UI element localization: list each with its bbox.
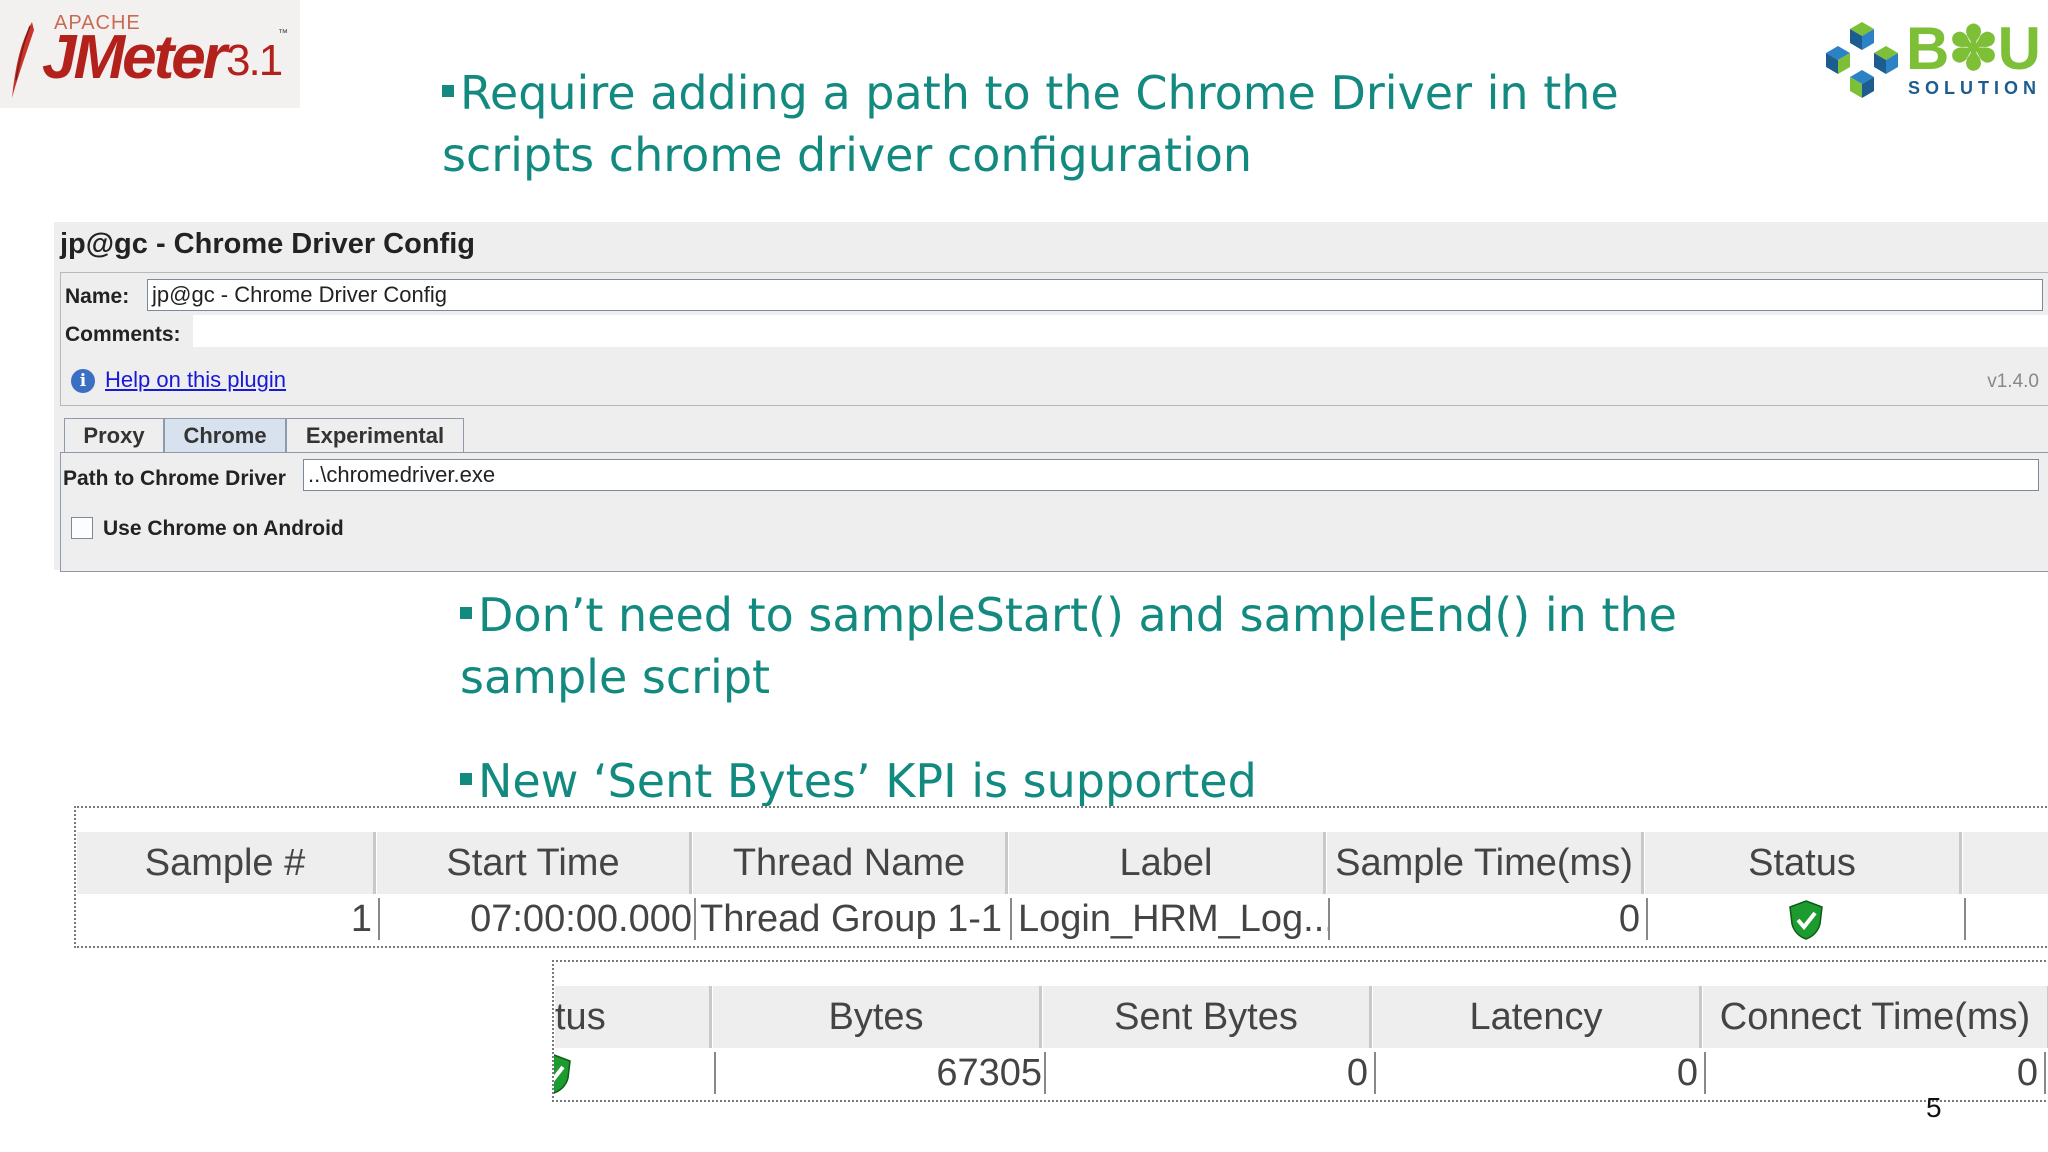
row-bytes[interactable]: 67305 — [716, 1052, 1046, 1094]
logo-jmeter-text: JMeter — [42, 23, 227, 92]
bullet-3-line-1: New ‘Sent Bytes’ KPI is supported — [460, 750, 1257, 812]
row-sample-time[interactable]: 0 — [1330, 898, 1648, 940]
help-plugin-link[interactable]: Help on this plugin — [105, 367, 286, 393]
bullet-marker-icon — [460, 606, 472, 619]
header-overflow[interactable] — [1962, 832, 2048, 894]
header-sample-num[interactable]: Sample # — [76, 832, 376, 894]
bullet-3: New ‘Sent Bytes’ KPI is supported — [460, 750, 1257, 812]
logo-solution-text: SOLUTION — [1908, 78, 2041, 98]
logo-tm-text: ™ — [278, 28, 288, 39]
row-status[interactable] — [1648, 898, 1966, 940]
chrome-tab-panel: Path to Chrome Driver ..\chromedriver.ex… — [60, 452, 2048, 572]
row-thread-name[interactable]: Thread Group 1-1 — [696, 898, 1012, 940]
row-sample-num[interactable]: 1 — [76, 898, 380, 940]
use-android-checkbox[interactable] — [71, 517, 93, 539]
page-number: 5 — [1926, 1092, 1942, 1123]
row-label[interactable]: Login_HRM_Log... — [1012, 898, 1330, 940]
comments-field[interactable] — [193, 315, 2048, 347]
header-start-time[interactable]: Start Time — [376, 832, 692, 894]
header-sample-time[interactable]: Sample Time(ms) — [1326, 832, 1644, 894]
results-table-secondary: tus Bytes Sent Bytes Latency Connect Tim… — [552, 960, 2048, 1102]
tab-chrome[interactable]: Chrome — [164, 418, 286, 452]
path-label: Path to Chrome Driver — [63, 467, 286, 490]
path-field[interactable]: ..\chromedriver.exe — [303, 459, 2039, 491]
use-android-label: Use Chrome on Android — [103, 517, 344, 540]
bu-solution-logo: B✽U SOLUTION — [1820, 12, 2041, 102]
header-status-partial[interactable]: tus — [554, 986, 712, 1048]
comments-label: Comments: — [65, 323, 181, 346]
cube-cluster-icon — [1826, 22, 1898, 98]
header-latency[interactable]: Latency — [1372, 986, 1702, 1048]
row-connect-time[interactable]: 0 — [1706, 1052, 2046, 1094]
bullet-marker-icon — [442, 84, 454, 97]
tab-experimental[interactable]: Experimental — [286, 418, 464, 452]
row-sent-bytes[interactable]: 0 — [1046, 1052, 1376, 1094]
bullet-2: Don’t need to sampleStart() and sampleEn… — [460, 584, 1677, 708]
config-general-box: Name: jp@gc - Chrome Driver Config Comme… — [60, 272, 2048, 406]
bullet-marker-icon — [460, 772, 472, 785]
logo-bu-text: B✽U — [1906, 15, 2041, 82]
success-shield-icon — [554, 1054, 571, 1094]
tab-proxy[interactable]: Proxy — [64, 418, 164, 452]
plugin-version: v1.4.0 — [1987, 371, 2039, 392]
bullet-1-line-2: scripts chrome driver configuration — [442, 128, 1253, 182]
bullet-1: Require adding a path to the Chrome Driv… — [442, 62, 1619, 186]
name-field[interactable]: jp@gc - Chrome Driver Config — [147, 279, 2043, 311]
name-label: Name: — [65, 285, 130, 308]
success-shield-icon — [1789, 900, 1823, 940]
bullet-2-line-1: Don’t need to sampleStart() and sampleEn… — [460, 584, 1677, 646]
row-start-time[interactable]: 07:00:00.000 — [380, 898, 696, 940]
logo-version-text: 3.1 — [226, 36, 283, 85]
apache-feather-icon — [12, 22, 34, 98]
info-icon: i — [71, 369, 95, 393]
results-table-main: Sample # Start Time Thread Name Label Sa… — [74, 806, 2048, 948]
row-status-partial[interactable] — [554, 1052, 716, 1094]
jmeter-logo: APACHE JMeter 3.1 ™ — [0, 0, 300, 108]
row-latency[interactable]: 0 — [1376, 1052, 1706, 1094]
header-bytes[interactable]: Bytes — [712, 986, 1042, 1048]
header-label[interactable]: Label — [1008, 832, 1326, 894]
config-title: jp@gc - Chrome Driver Config — [60, 228, 475, 260]
header-sent-bytes[interactable]: Sent Bytes — [1042, 986, 1372, 1048]
bullet-2-line-2: sample script — [460, 650, 771, 704]
header-status[interactable]: Status — [1644, 832, 1962, 894]
header-connect-time[interactable]: Connect Time(ms) — [1702, 986, 2048, 1048]
chrome-driver-config-panel: jp@gc - Chrome Driver Config Name: jp@gc… — [54, 222, 2048, 572]
header-thread-name[interactable]: Thread Name — [692, 832, 1008, 894]
bullet-1-line-1: Require adding a path to the Chrome Driv… — [442, 62, 1619, 124]
